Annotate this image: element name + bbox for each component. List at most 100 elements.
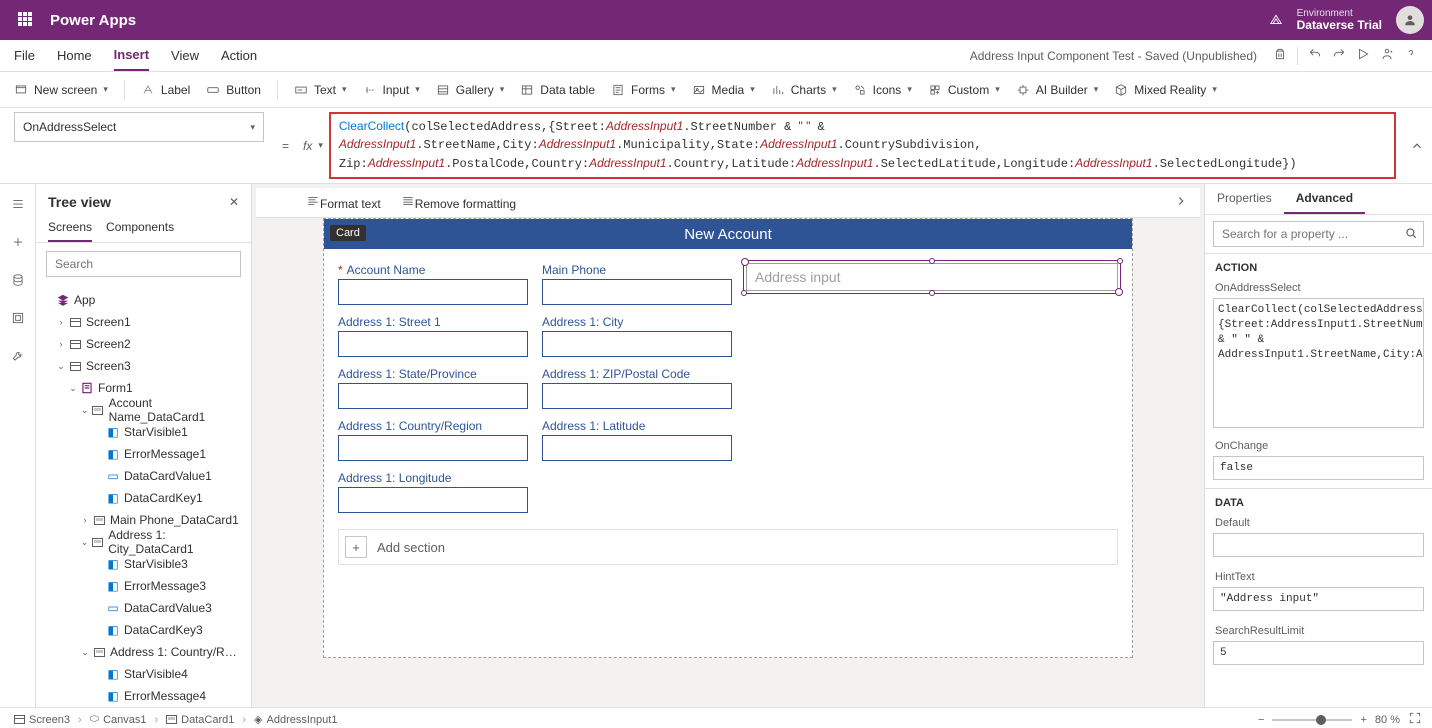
- share-icon[interactable]: [1380, 47, 1394, 64]
- menu-action[interactable]: Action: [221, 40, 257, 71]
- avatar[interactable]: [1396, 6, 1424, 34]
- tree-node-dck1[interactable]: ◧DataCardKey1: [36, 487, 251, 509]
- input-main-phone[interactable]: [542, 279, 732, 305]
- undo-icon[interactable]: [1308, 47, 1322, 64]
- tree-node-star4[interactable]: ◧StarVisible4: [36, 663, 251, 685]
- icons-dropdown[interactable]: Icons▾: [853, 83, 912, 97]
- bc-addressinput1[interactable]: ◈ AddressInput1: [250, 713, 341, 726]
- bc-canvas1[interactable]: ⬭ Canvas1: [86, 713, 151, 726]
- media-dropdown[interactable]: Media▾: [692, 83, 755, 97]
- tools-rail-icon[interactable]: [0, 344, 35, 368]
- tab-advanced[interactable]: Advanced: [1284, 184, 1365, 214]
- input-country[interactable]: [338, 435, 528, 461]
- tab-screens[interactable]: Screens: [48, 214, 92, 242]
- input-longitude[interactable]: [338, 487, 528, 513]
- tree-title: Tree view: [48, 194, 111, 210]
- tree-view-icon[interactable]: [0, 192, 35, 216]
- menu-file[interactable]: File: [14, 40, 35, 71]
- tree-node-acct-card[interactable]: ⌄Account Name_DataCard1: [36, 399, 251, 421]
- input-latitude[interactable]: [542, 435, 732, 461]
- button-button[interactable]: Button: [206, 83, 261, 97]
- bc-screen3[interactable]: Screen3: [10, 714, 74, 726]
- tree-node-dcv1[interactable]: ▭DataCardValue1: [36, 465, 251, 487]
- tree-node-screen2[interactable]: ›Screen2: [36, 333, 251, 355]
- fx-label: fx: [297, 108, 318, 183]
- input-dropdown[interactable]: Input▾: [363, 83, 420, 97]
- insert-rail-icon[interactable]: [0, 230, 35, 254]
- tree-node-citycard[interactable]: ⌄Address 1: City_DataCard1: [36, 531, 251, 553]
- text-dropdown[interactable]: Text▾: [294, 83, 347, 97]
- canvas[interactable]: Card New Account *Account Name Address 1…: [323, 218, 1133, 658]
- label-country: Address 1: Country/Region: [338, 419, 528, 433]
- prop-onchange-value[interactable]: false: [1213, 456, 1424, 480]
- tree-node-dcv3[interactable]: ▭DataCardValue3: [36, 597, 251, 619]
- bc-datacard1[interactable]: DataCard1: [162, 714, 238, 726]
- app-checker-icon[interactable]: [1273, 47, 1287, 64]
- equals-sign: =: [274, 108, 297, 183]
- zoom-slider[interactable]: [1272, 719, 1352, 721]
- tree-search-input[interactable]: [46, 251, 241, 277]
- tree-node-star3[interactable]: ◧StarVisible3: [36, 553, 251, 575]
- label-button[interactable]: Label: [141, 83, 190, 97]
- input-state[interactable]: [338, 383, 528, 409]
- fit-icon[interactable]: [1408, 711, 1422, 728]
- data-rail-icon[interactable]: [0, 268, 35, 292]
- input-account-name[interactable]: [338, 279, 528, 305]
- tab-properties[interactable]: Properties: [1205, 184, 1284, 214]
- tree-node-dck3[interactable]: ◧DataCardKey3: [36, 619, 251, 641]
- input-city[interactable]: [542, 331, 732, 357]
- label-longitude: Address 1: Longitude: [338, 471, 528, 485]
- environment-icon: [1269, 13, 1283, 27]
- prop-hint-value[interactable]: "Address input": [1213, 587, 1424, 611]
- tree-node-err4[interactable]: ◧ErrorMessage4: [36, 685, 251, 707]
- format-text-button[interactable]: Format text: [306, 194, 381, 211]
- charts-dropdown[interactable]: Charts▾: [771, 83, 837, 97]
- menu-home[interactable]: Home: [57, 40, 92, 71]
- menu-insert[interactable]: Insert: [114, 40, 149, 71]
- add-section-button[interactable]: +Add section: [338, 529, 1118, 565]
- tree-node-err1[interactable]: ◧ErrorMessage1: [36, 443, 251, 465]
- gallery-dropdown[interactable]: Gallery▾: [436, 83, 505, 97]
- prop-searchlimit-label: SearchResultLimit: [1205, 619, 1432, 639]
- forms-dropdown[interactable]: Forms▾: [611, 83, 676, 97]
- preview-icon[interactable]: [1356, 47, 1370, 64]
- canvas-area: Format text Remove formatting Card New A…: [252, 184, 1204, 707]
- tree-node-app[interactable]: App: [36, 289, 251, 311]
- close-icon[interactable]: ✕: [229, 195, 239, 209]
- tree-node-screen1[interactable]: ›Screen1: [36, 311, 251, 333]
- property-dropdown[interactable]: OnAddressSelect▾: [14, 112, 264, 142]
- format-bar: Format text Remove formatting: [256, 188, 1200, 218]
- input-zip[interactable]: [542, 383, 732, 409]
- property-search-input[interactable]: [1213, 221, 1424, 247]
- help-icon[interactable]: [1404, 47, 1418, 64]
- label-zip: Address 1: ZIP/Postal Code: [542, 367, 732, 381]
- prop-default-value[interactable]: [1213, 533, 1424, 557]
- expand-panel-icon[interactable]: [1174, 194, 1188, 211]
- tree-node-screen3[interactable]: ⌄Screen3: [36, 355, 251, 377]
- media-rail-icon[interactable]: [0, 306, 35, 330]
- section-data: DATA: [1205, 488, 1432, 511]
- left-rail: [0, 184, 36, 707]
- prop-searchlimit-value[interactable]: 5: [1213, 641, 1424, 665]
- zoom-out-icon[interactable]: −: [1258, 714, 1264, 726]
- waffle-icon[interactable]: [18, 12, 34, 28]
- label-main-phone: Main Phone: [542, 263, 732, 277]
- prop-onaddressselect-value[interactable]: ClearCollect(colSelectedAddress,{Street:…: [1213, 298, 1424, 428]
- data-table-button[interactable]: Data table: [520, 83, 595, 97]
- menu-view[interactable]: View: [171, 40, 199, 71]
- zoom-in-icon[interactable]: +: [1360, 714, 1366, 726]
- input-street1[interactable]: [338, 331, 528, 357]
- remove-formatting-button[interactable]: Remove formatting: [401, 194, 516, 211]
- tree-node-countrycard[interactable]: ⌄Address 1: Country/Region_DataCard1: [36, 641, 251, 663]
- formula-expand-icon[interactable]: [1402, 108, 1432, 183]
- environment-picker[interactable]: Environment Dataverse Trial: [1297, 8, 1382, 32]
- tab-components[interactable]: Components: [106, 214, 174, 242]
- mixed-reality-dropdown[interactable]: Mixed Reality▾: [1114, 83, 1217, 97]
- tree-node-star1[interactable]: ◧StarVisible1: [36, 421, 251, 443]
- new-screen-button[interactable]: New screen▾: [14, 83, 108, 97]
- tree-node-err3[interactable]: ◧ErrorMessage3: [36, 575, 251, 597]
- custom-dropdown[interactable]: Custom▾: [928, 83, 1000, 97]
- redo-icon[interactable]: [1332, 47, 1346, 64]
- ai-builder-dropdown[interactable]: AI Builder▾: [1016, 83, 1099, 97]
- formula-input[interactable]: ClearCollect(colSelectedAddress,{Street:…: [329, 112, 1396, 179]
